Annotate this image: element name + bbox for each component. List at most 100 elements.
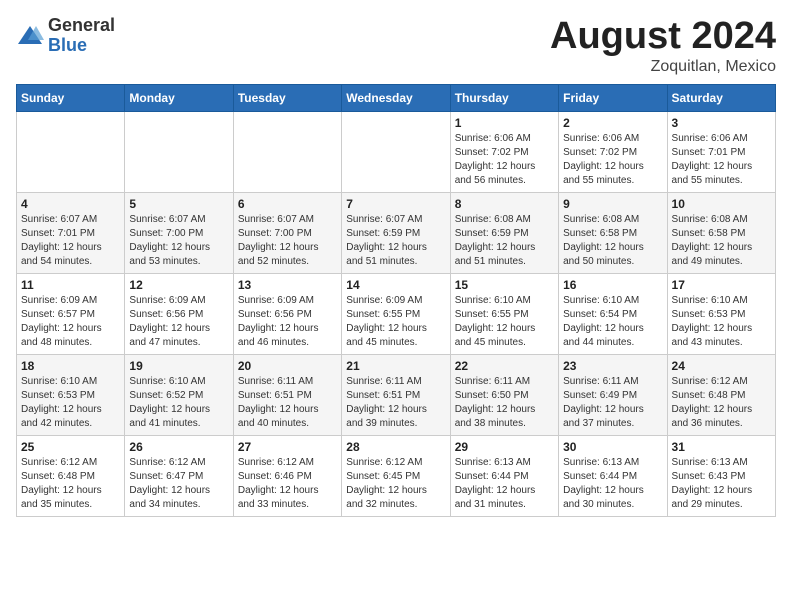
- calendar-cell: 20 Sunrise: 6:11 AM Sunset: 6:51 PM Dayli…: [233, 354, 341, 435]
- logo-general: General: [48, 16, 115, 36]
- calendar-cell: 24 Sunrise: 6:12 AM Sunset: 6:48 PM Dayli…: [667, 354, 775, 435]
- calendar-cell: 5Sunrise: 6:07 AM Sunset: 7:00 PM Daylig…: [125, 192, 233, 273]
- day-info: Sunrise: 6:10 AM Sunset: 6:55 PM Dayligh…: [455, 294, 554, 350]
- calendar-cell: 12 Sunrise: 6:09 AM Sunset: 6:56 PM Dayli…: [125, 273, 233, 354]
- day-number: 13: [238, 278, 337, 292]
- logo: General Blue: [16, 16, 115, 56]
- weekday-header: Friday: [559, 84, 667, 111]
- day-info: Sunrise: 6:06 AM Sunset: 7:02 PM Dayligh…: [563, 132, 662, 188]
- day-number: 19: [129, 359, 228, 373]
- calendar-cell: 21 Sunrise: 6:11 AM Sunset: 6:51 PM Dayli…: [342, 354, 450, 435]
- calendar-cell: 25 Sunrise: 6:12 AM Sunset: 6:48 PM Dayli…: [17, 435, 125, 516]
- day-info: Sunrise: 6:12 AM Sunset: 6:47 PM Dayligh…: [129, 456, 228, 512]
- calendar-cell: 23 Sunrise: 6:11 AM Sunset: 6:49 PM Dayli…: [559, 354, 667, 435]
- calendar-header-row: SundayMondayTuesdayWednesdayThursdayFrid…: [17, 84, 776, 111]
- day-info: Sunrise: 6:07 AM Sunset: 7:01 PM Dayligh…: [21, 213, 120, 269]
- day-info: Sunrise: 6:07 AM Sunset: 7:00 PM Dayligh…: [238, 213, 337, 269]
- weekday-header: Thursday: [450, 84, 558, 111]
- weekday-header: Sunday: [17, 84, 125, 111]
- calendar-cell: 10 Sunrise: 6:08 AM Sunset: 6:58 PM Dayli…: [667, 192, 775, 273]
- calendar-cell: 3 Sunrise: 6:06 AM Sunset: 7:01 PM Daylig…: [667, 111, 775, 192]
- day-info: Sunrise: 6:10 AM Sunset: 6:53 PM Dayligh…: [672, 294, 771, 350]
- calendar-cell: 31Sunrise: 6:13 AM Sunset: 6:43 PM Dayli…: [667, 435, 775, 516]
- day-number: 17: [672, 278, 771, 292]
- calendar-cell: [342, 111, 450, 192]
- calendar-cell: 18Sunrise: 6:10 AM Sunset: 6:53 PM Dayli…: [17, 354, 125, 435]
- weekday-header: Wednesday: [342, 84, 450, 111]
- calendar-cell: [125, 111, 233, 192]
- day-number: 22: [455, 359, 554, 373]
- logo-icon: [16, 22, 44, 50]
- day-number: 16: [563, 278, 662, 292]
- day-number: 4: [21, 197, 120, 211]
- day-info: Sunrise: 6:12 AM Sunset: 6:45 PM Dayligh…: [346, 456, 445, 512]
- day-number: 10: [672, 197, 771, 211]
- calendar-cell: 9Sunrise: 6:08 AM Sunset: 6:58 PM Daylig…: [559, 192, 667, 273]
- calendar-cell: 17 Sunrise: 6:10 AM Sunset: 6:53 PM Dayli…: [667, 273, 775, 354]
- calendar-cell: 30Sunrise: 6:13 AM Sunset: 6:44 PM Dayli…: [559, 435, 667, 516]
- calendar-week-row: 4 Sunrise: 6:07 AM Sunset: 7:01 PM Daylig…: [17, 192, 776, 273]
- title-block: August 2024 Zoquitlan, Mexico: [550, 16, 776, 76]
- calendar-cell: 11 Sunrise: 6:09 AM Sunset: 6:57 PM Dayli…: [17, 273, 125, 354]
- calendar-cell: 19 Sunrise: 6:10 AM Sunset: 6:52 PM Dayli…: [125, 354, 233, 435]
- day-number: 26: [129, 440, 228, 454]
- calendar-cell: 16 Sunrise: 6:10 AM Sunset: 6:54 PM Dayli…: [559, 273, 667, 354]
- day-info: Sunrise: 6:06 AM Sunset: 7:01 PM Dayligh…: [672, 132, 771, 188]
- calendar-cell: 7Sunrise: 6:07 AM Sunset: 6:59 PM Daylig…: [342, 192, 450, 273]
- calendar-week-row: 18Sunrise: 6:10 AM Sunset: 6:53 PM Dayli…: [17, 354, 776, 435]
- calendar-cell: [17, 111, 125, 192]
- day-number: 24: [672, 359, 771, 373]
- calendar-week-row: 1 Sunrise: 6:06 AM Sunset: 7:02 PM Daylig…: [17, 111, 776, 192]
- weekday-header: Monday: [125, 84, 233, 111]
- day-number: 15: [455, 278, 554, 292]
- day-number: 11: [21, 278, 120, 292]
- day-number: 27: [238, 440, 337, 454]
- day-info: Sunrise: 6:09 AM Sunset: 6:56 PM Dayligh…: [129, 294, 228, 350]
- day-number: 6: [238, 197, 337, 211]
- calendar-cell: [233, 111, 341, 192]
- calendar-week-row: 11 Sunrise: 6:09 AM Sunset: 6:57 PM Dayli…: [17, 273, 776, 354]
- day-number: 20: [238, 359, 337, 373]
- calendar-cell: 4 Sunrise: 6:07 AM Sunset: 7:01 PM Daylig…: [17, 192, 125, 273]
- day-number: 8: [455, 197, 554, 211]
- day-number: 25: [21, 440, 120, 454]
- day-info: Sunrise: 6:08 AM Sunset: 6:59 PM Dayligh…: [455, 213, 554, 269]
- day-info: Sunrise: 6:08 AM Sunset: 6:58 PM Dayligh…: [672, 213, 771, 269]
- day-number: 3: [672, 116, 771, 130]
- calendar-cell: 22 Sunrise: 6:11 AM Sunset: 6:50 PM Dayli…: [450, 354, 558, 435]
- calendar-cell: 6 Sunrise: 6:07 AM Sunset: 7:00 PM Daylig…: [233, 192, 341, 273]
- day-number: 28: [346, 440, 445, 454]
- day-number: 12: [129, 278, 228, 292]
- day-number: 2: [563, 116, 662, 130]
- day-info: Sunrise: 6:12 AM Sunset: 6:48 PM Dayligh…: [672, 375, 771, 431]
- day-info: Sunrise: 6:09 AM Sunset: 6:55 PM Dayligh…: [346, 294, 445, 350]
- day-info: Sunrise: 6:11 AM Sunset: 6:51 PM Dayligh…: [238, 375, 337, 431]
- day-number: 9: [563, 197, 662, 211]
- day-number: 29: [455, 440, 554, 454]
- calendar-cell: 29Sunrise: 6:13 AM Sunset: 6:44 PM Dayli…: [450, 435, 558, 516]
- calendar-cell: 27 Sunrise: 6:12 AM Sunset: 6:46 PM Dayli…: [233, 435, 341, 516]
- calendar-table: SundayMondayTuesdayWednesdayThursdayFrid…: [16, 84, 776, 517]
- day-info: Sunrise: 6:10 AM Sunset: 6:54 PM Dayligh…: [563, 294, 662, 350]
- day-info: Sunrise: 6:13 AM Sunset: 6:44 PM Dayligh…: [563, 456, 662, 512]
- day-number: 21: [346, 359, 445, 373]
- calendar-cell: 13 Sunrise: 6:09 AM Sunset: 6:56 PM Dayli…: [233, 273, 341, 354]
- day-number: 23: [563, 359, 662, 373]
- calendar-week-row: 25 Sunrise: 6:12 AM Sunset: 6:48 PM Dayli…: [17, 435, 776, 516]
- page-header: General Blue August 2024 Zoquitlan, Mexi…: [16, 16, 776, 76]
- calendar-cell: 28 Sunrise: 6:12 AM Sunset: 6:45 PM Dayli…: [342, 435, 450, 516]
- day-info: Sunrise: 6:12 AM Sunset: 6:48 PM Dayligh…: [21, 456, 120, 512]
- logo-blue: Blue: [48, 36, 115, 56]
- day-info: Sunrise: 6:10 AM Sunset: 6:52 PM Dayligh…: [129, 375, 228, 431]
- logo-text: General Blue: [48, 16, 115, 56]
- calendar-cell: 26 Sunrise: 6:12 AM Sunset: 6:47 PM Dayli…: [125, 435, 233, 516]
- day-info: Sunrise: 6:12 AM Sunset: 6:46 PM Dayligh…: [238, 456, 337, 512]
- day-info: Sunrise: 6:11 AM Sunset: 6:50 PM Dayligh…: [455, 375, 554, 431]
- day-info: Sunrise: 6:09 AM Sunset: 6:56 PM Dayligh…: [238, 294, 337, 350]
- day-number: 1: [455, 116, 554, 130]
- day-info: Sunrise: 6:09 AM Sunset: 6:57 PM Dayligh…: [21, 294, 120, 350]
- day-info: Sunrise: 6:11 AM Sunset: 6:51 PM Dayligh…: [346, 375, 445, 431]
- calendar-cell: 15 Sunrise: 6:10 AM Sunset: 6:55 PM Dayli…: [450, 273, 558, 354]
- day-info: Sunrise: 6:13 AM Sunset: 6:43 PM Dayligh…: [672, 456, 771, 512]
- day-info: Sunrise: 6:11 AM Sunset: 6:49 PM Dayligh…: [563, 375, 662, 431]
